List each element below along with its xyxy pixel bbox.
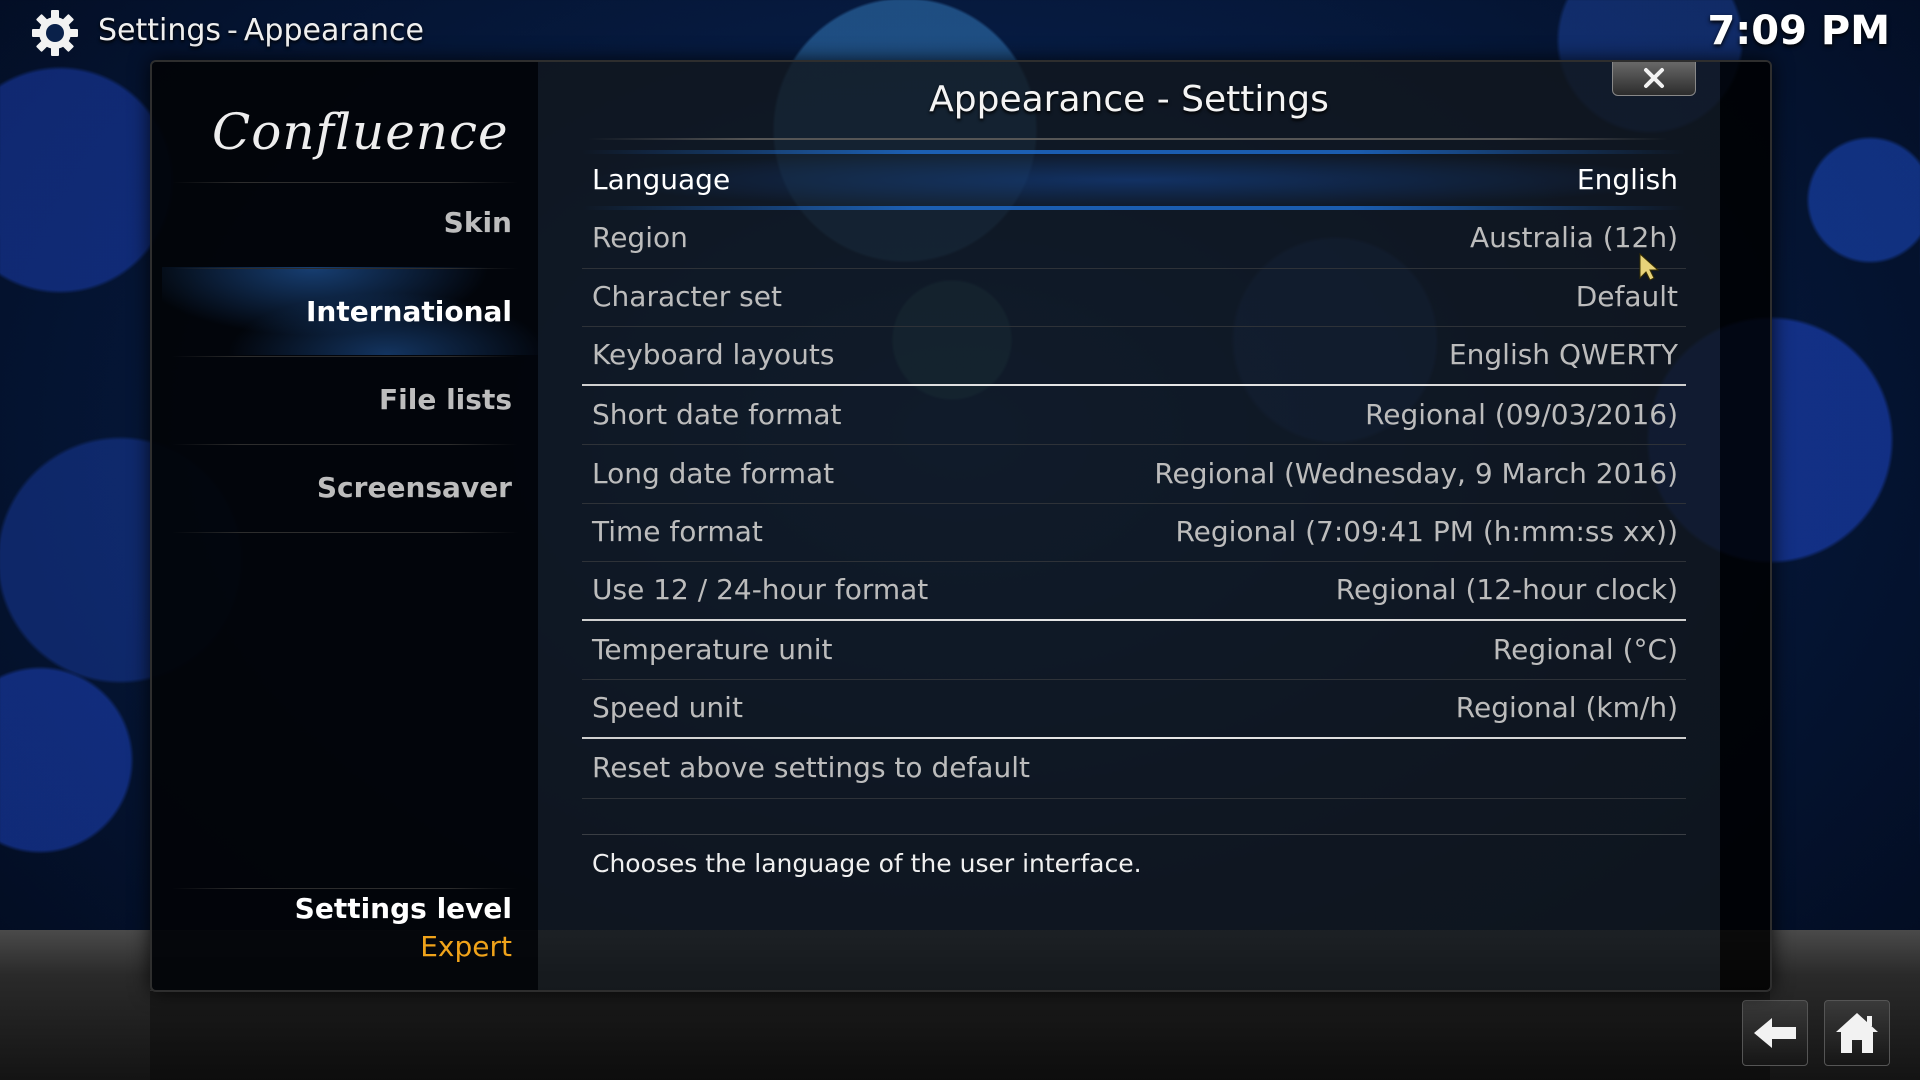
sidebar-item-screensaver[interactable]: Screensaver — [152, 445, 512, 531]
settings-level-label[interactable]: Settings level — [152, 892, 512, 925]
setting-value: English — [1576, 163, 1678, 196]
setting-row-keyboard-layouts[interactable]: Keyboard layouts English QWERTY — [582, 326, 1686, 384]
settings-dialog: Confluence Skin International File lists… — [150, 60, 1772, 992]
breadcrumb: Settings - Appearance — [98, 10, 424, 52]
breadcrumb-root: Settings — [98, 13, 222, 48]
setting-row-long-date-format[interactable]: Long date format Regional (Wednesday, 9 … — [582, 445, 1686, 503]
setting-row-character-set[interactable]: Character set Default — [582, 268, 1686, 326]
breadcrumb-current: Appearance — [243, 13, 425, 48]
dialog-title: Appearance - Settings — [929, 79, 1329, 120]
setting-row-12-24-hour-format[interactable]: Use 12 / 24-hour format Regional (12-hou… — [582, 561, 1686, 619]
setting-value: Regional (Wednesday, 9 March 2016) — [1154, 457, 1678, 490]
home-icon — [1836, 1013, 1878, 1053]
breadcrumb-separator: - — [227, 13, 238, 48]
mouse-cursor-icon — [1639, 252, 1660, 281]
sidebar-item-international[interactable]: International — [152, 269, 512, 355]
settings-level-value[interactable]: Expert — [152, 930, 512, 963]
setting-value: Regional (°C) — [1492, 633, 1678, 666]
setting-label: Speed unit — [592, 691, 743, 724]
title-divider — [588, 138, 1668, 140]
sidebar-item-skin[interactable]: Skin — [152, 180, 512, 266]
scroll-gutter — [1720, 62, 1770, 990]
setting-row-speed-unit[interactable]: Speed unit Regional (km/h) — [582, 679, 1686, 737]
setting-value: English QWERTY — [1448, 338, 1678, 371]
row-divider — [582, 798, 1686, 799]
confluence-logo: Confluence — [212, 103, 509, 161]
setting-label: Language — [592, 163, 731, 196]
setting-value: Regional (km/h) — [1455, 691, 1678, 724]
back-arrow-icon — [1754, 1018, 1796, 1048]
setting-label: Keyboard layouts — [592, 338, 835, 371]
setting-label: Short date format — [592, 398, 842, 431]
setting-label: Long date format — [592, 457, 835, 490]
setting-description: Chooses the language of the user interfa… — [592, 849, 1142, 878]
divider — [172, 888, 518, 889]
setting-row-region[interactable]: Region Australia (12h) — [582, 209, 1686, 267]
setting-row-time-format[interactable]: Time format Regional (7:09:41 PM (h:mm:s… — [582, 503, 1686, 561]
setting-row-language[interactable]: Language English — [582, 151, 1686, 209]
setting-label: Region — [592, 221, 688, 254]
sidebar-item-file-lists[interactable]: File lists — [152, 357, 512, 443]
setting-value: Regional (12-hour clock) — [1335, 573, 1678, 606]
setting-label: Reset above settings to default — [592, 751, 1030, 784]
setting-row-short-date-format[interactable]: Short date format Regional (09/03/2016) — [582, 386, 1686, 444]
home-button[interactable] — [1824, 1000, 1890, 1066]
gear-icon — [30, 8, 80, 58]
setting-label: Temperature unit — [592, 633, 833, 666]
setting-label: Character set — [592, 280, 782, 313]
divider — [172, 532, 518, 533]
bottom-panel — [150, 990, 1770, 1080]
setting-value: Regional (7:09:41 PM (h:mm:ss xx)) — [1175, 515, 1678, 548]
clock: 7:09 PM — [1707, 8, 1890, 54]
setting-row-temperature-unit[interactable]: Temperature unit Regional (°C) — [582, 621, 1686, 679]
setting-label: Use 12 / 24-hour format — [592, 573, 929, 606]
back-button[interactable] — [1742, 1000, 1808, 1066]
description-divider — [582, 834, 1686, 835]
setting-row-reset-defaults[interactable]: Reset above settings to default — [582, 739, 1686, 797]
setting-value: Regional (09/03/2016) — [1365, 398, 1678, 431]
setting-label: Time format — [592, 515, 763, 548]
